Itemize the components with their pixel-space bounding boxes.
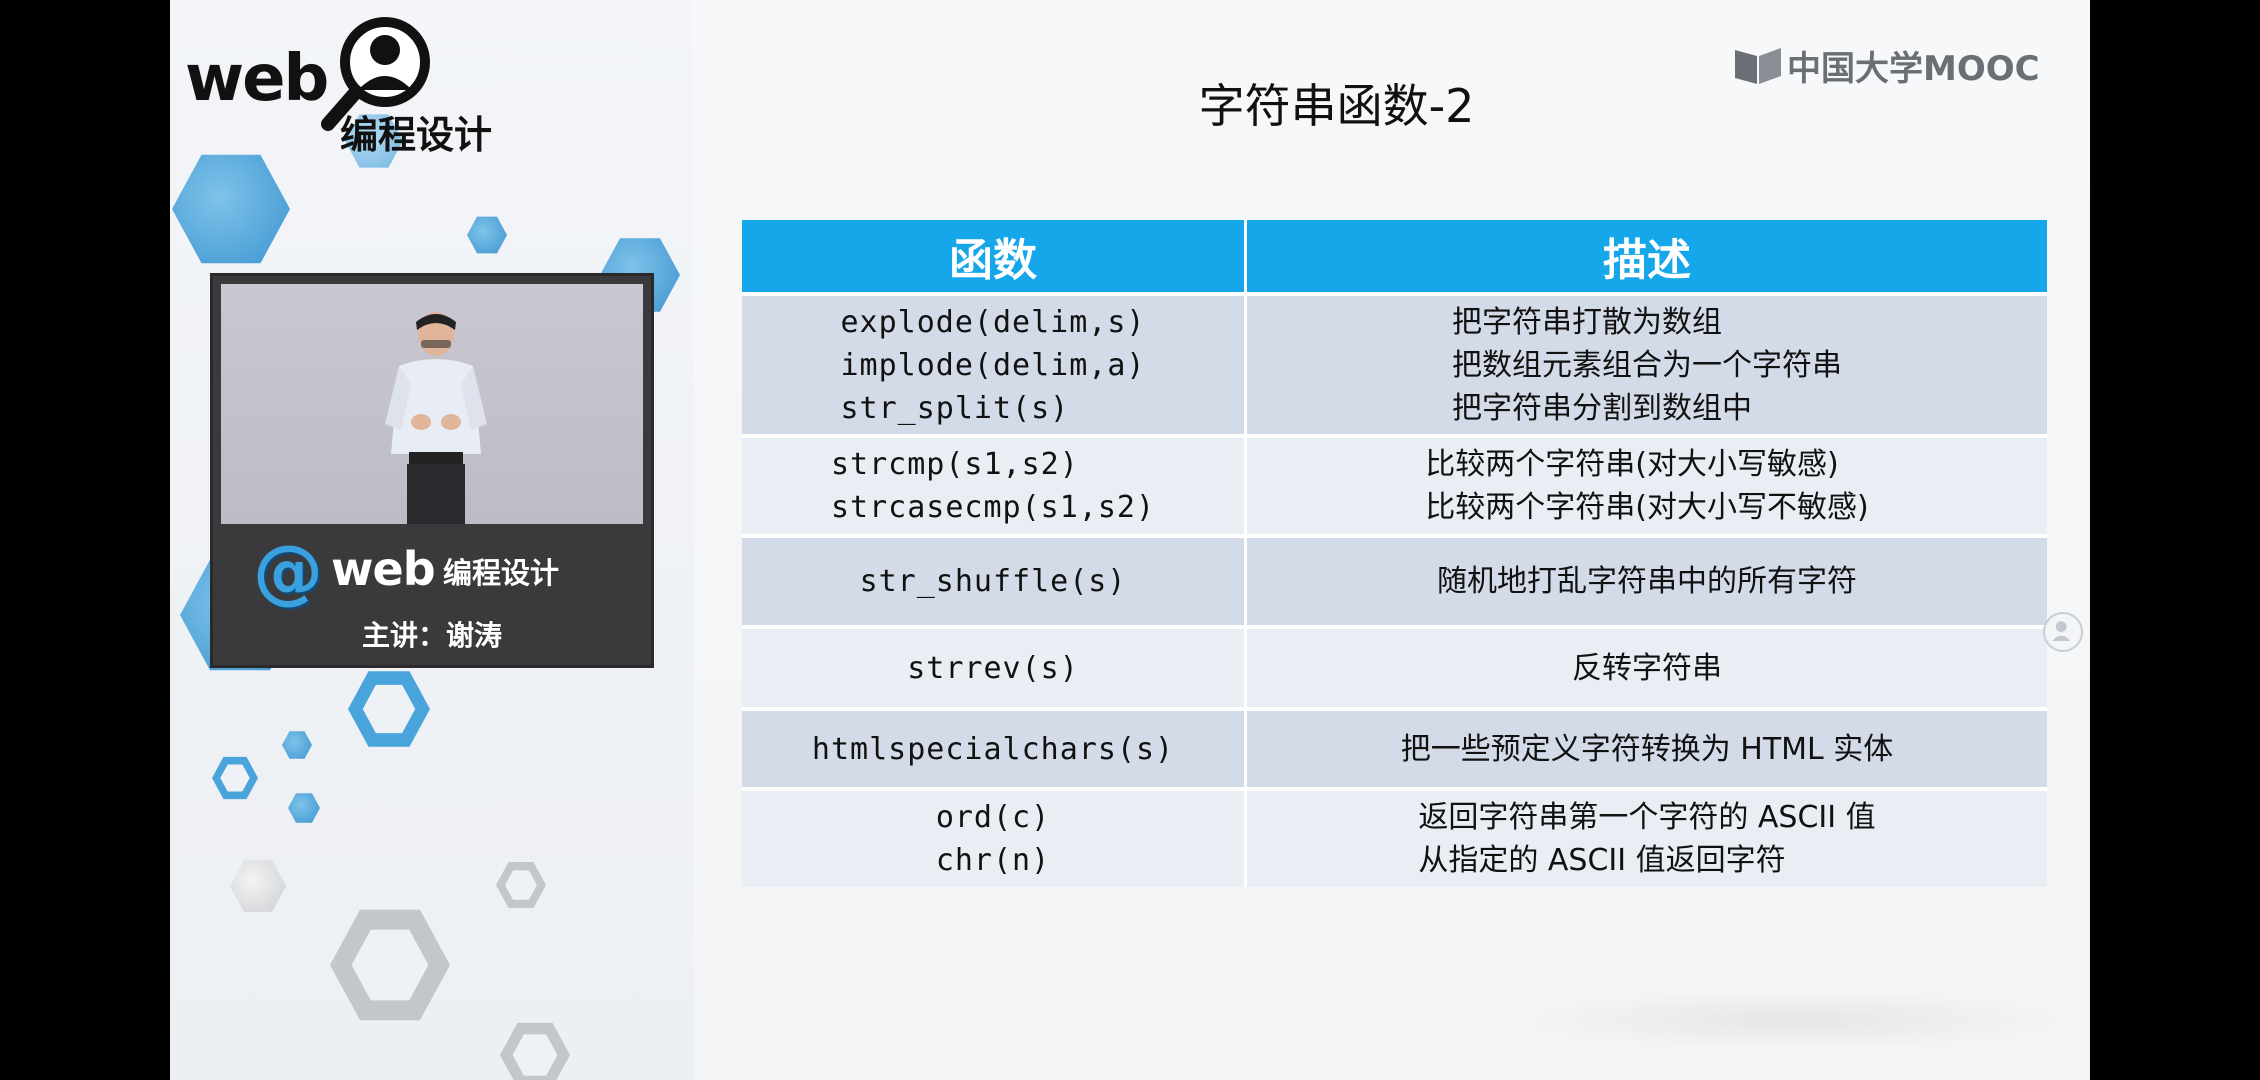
hexagon-decoration (496, 862, 546, 908)
hexagon-decoration (288, 793, 320, 823)
hexagon-decoration (172, 154, 290, 264)
string-functions-table: 函数 描述 explode(delim,s) implode(delim,a) … (742, 220, 2047, 887)
function-description: 返回字符串第一个字符的 ASCII 值 (1418, 800, 1876, 835)
hexagon-decoration (500, 1022, 570, 1080)
table-row: str_shuffle(s) 随机地打乱字符串中的所有字符 (742, 534, 2047, 627)
right-letterbox (2090, 0, 2260, 1080)
slide-title: 字符串函数-2 (693, 70, 2090, 136)
video-frame (221, 284, 643, 524)
logo-web-text: web (185, 42, 329, 116)
function-cell: strrev(s) (742, 625, 1247, 709)
table-row: explode(delim,s) implode(delim,a) str_sp… (742, 292, 2047, 436)
function-cell: strcmp(s1,s2) strcasecmp(s1,s2) (742, 434, 1247, 536)
video-overlay-logo: @ web 编程设计 (253, 536, 633, 606)
function-name: htmlspecialchars(s) (811, 731, 1175, 767)
decorative-shadow (1513, 990, 2073, 1050)
table-row: htmlspecialchars(s) 把一些预定义字符转换为 HTML 实体 (742, 707, 2047, 789)
function-name: str_split(s) (840, 390, 1070, 426)
hexagon-decoration (467, 216, 507, 254)
function-description: 比较两个字符串(对大小写不敏感) (1425, 490, 1869, 525)
function-description: 把一些预定义字符转换为 HTML 实体 (1400, 731, 1894, 767)
description-cell: 把一些预定义字符转换为 HTML 实体 (1245, 707, 2047, 789)
header-description: 描述 (1245, 220, 2047, 294)
function-name: explode(delim,s) (840, 304, 1146, 340)
overlay-subtitle: 编程设计 (443, 556, 560, 590)
function-cell: explode(delim,s) implode(delim,a) str_sp… (742, 292, 1247, 436)
function-name: strcmp(s1,s2) (830, 447, 1079, 482)
function-cell: htmlspecialchars(s) (742, 707, 1247, 789)
header-function: 函数 (742, 220, 1247, 294)
description-cell: 随机地打乱字符串中的所有字符 (1245, 534, 2047, 627)
function-description: 把字符串打散为数组 (1452, 304, 1722, 340)
function-description: 把字符串分割到数组中 (1452, 390, 1752, 426)
hexagon-decoration (212, 756, 258, 800)
logo-subtitle: 编程设计 (340, 113, 493, 157)
left-letterbox (0, 0, 170, 1080)
lecture-slide: 中国大学MOOC 字符串函数-2 函数 描述 explode(delim,s) … (693, 0, 2090, 1080)
function-name: str_shuffle(s) (859, 564, 1127, 599)
function-name: chr(n) (935, 843, 1051, 878)
left-brand-panel: web 编程设计 @ web 编程设计 主讲：谢涛 (170, 0, 693, 1080)
web-design-logo: web 编程设计 (185, 12, 515, 157)
lecture-video-player[interactable]: @ web 编程设计 主讲：谢涛 (210, 273, 654, 668)
function-name: strrev(s) (907, 650, 1079, 686)
hexagon-decoration (348, 671, 430, 747)
function-cell: str_shuffle(s) (742, 534, 1247, 627)
table-row: strrev(s) 反转字符串 (742, 625, 2047, 709)
table-row: ord(c) chr(n) 返回字符串第一个字符的 ASCII 值 从指定的 A… (742, 787, 2047, 887)
description-cell: 反转字符串 (1245, 625, 2047, 709)
presenter-caption: 主讲：谢涛 (361, 619, 502, 652)
hexagon-decoration (282, 731, 312, 759)
description-cell: 比较两个字符串(对大小写敏感) 比较两个字符串(对大小写不敏感) (1245, 434, 2047, 536)
function-name: implode(delim,a) (840, 347, 1146, 383)
presenter-figure (385, 312, 487, 524)
person-icon (2052, 621, 2071, 641)
function-cell: ord(c) chr(n) (742, 787, 1247, 887)
function-description: 从指定的 ASCII 值返回字符 (1418, 843, 1786, 878)
function-description: 随机地打乱字符串中的所有字符 (1437, 564, 1857, 599)
description-cell: 返回字符串第一个字符的 ASCII 值 从指定的 ASCII 值返回字符 (1245, 787, 2047, 887)
function-description: 把数组元素组合为一个字符串 (1452, 347, 1842, 383)
function-description: 反转字符串 (1572, 650, 1722, 686)
hexagon-decoration (330, 909, 450, 1021)
table-header-row: 函数 描述 (742, 220, 2047, 294)
slide-title-text: 字符串函数-2 (1198, 79, 1475, 133)
at-sign-icon: @ (253, 530, 323, 612)
overlay-web-text: web (331, 542, 436, 596)
function-description: 比较两个字符串(对大小写敏感) (1425, 447, 1839, 482)
function-name: ord(c) (935, 800, 1051, 835)
function-name: strcasecmp(s1,s2) (830, 490, 1156, 525)
user-profile-icon[interactable] (2043, 612, 2083, 652)
hexagon-decoration (230, 860, 286, 912)
table-row: strcmp(s1,s2) strcasecmp(s1,s2) 比较两个字符串(… (742, 434, 2047, 536)
description-cell: 把字符串打散为数组 把数组元素组合为一个字符串 把字符串分割到数组中 (1245, 292, 2047, 436)
